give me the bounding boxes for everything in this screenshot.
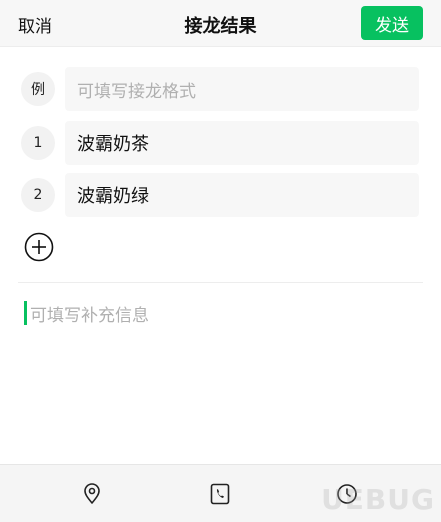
entry-row: 2 波霸奶绿 — [0, 173, 441, 217]
plus-circle-icon — [24, 232, 54, 262]
entry-row: 1 波霸奶茶 — [0, 121, 441, 165]
watermark-logo: UEBUG — [321, 483, 435, 516]
entry-badge: 2 — [21, 178, 55, 212]
top-bar: 取消 接龙结果 发送 — [0, 0, 441, 47]
entry-format-input[interactable]: 可填写接龙格式 — [65, 67, 419, 111]
phone-button[interactable] — [209, 483, 231, 505]
entry-input[interactable]: 波霸奶绿 — [65, 173, 419, 217]
entry-badge: 例 — [21, 72, 55, 106]
location-button[interactable] — [81, 483, 103, 505]
supplement-input[interactable]: 可填写补充信息 — [24, 301, 149, 326]
supplement-placeholder: 可填写补充信息 — [30, 305, 149, 326]
send-button[interactable]: 发送 — [361, 6, 423, 40]
divider — [18, 282, 423, 283]
entry-badge: 1 — [21, 126, 55, 160]
phone-icon — [210, 483, 230, 505]
add-entry-button[interactable] — [24, 232, 54, 262]
location-icon — [84, 483, 100, 504]
entry-row-example: 例 可填写接龙格式 — [0, 67, 441, 111]
text-cursor — [24, 301, 27, 325]
entry-input[interactable]: 波霸奶茶 — [65, 121, 419, 165]
page: 取消 接龙结果 发送 例 可填写接龙格式 1 波霸奶茶 2 波霸奶绿 可填写补充… — [0, 0, 441, 522]
bottom-toolbar: UEBUG — [0, 464, 441, 522]
